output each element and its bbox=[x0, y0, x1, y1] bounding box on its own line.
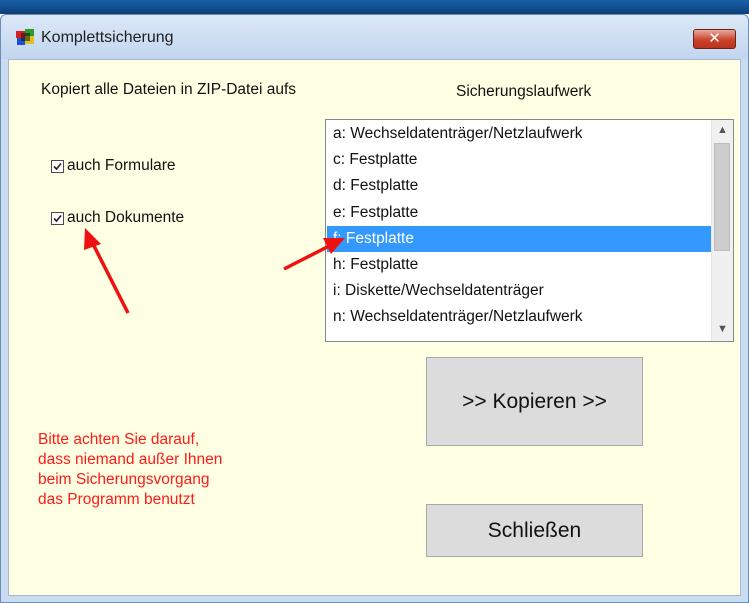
window-title: Komplettsicherung bbox=[41, 29, 174, 46]
title-bar[interactable]: Komplettsicherung ✕ bbox=[1, 15, 748, 59]
annotation-arrow-checkbox bbox=[84, 228, 130, 314]
annotation-arrow-list bbox=[283, 238, 345, 271]
annotation-arrows bbox=[84, 228, 345, 314]
dialog-window: Komplettsicherung ✕ Kopiert alle Dateien… bbox=[0, 14, 749, 603]
app-icon bbox=[16, 29, 34, 45]
dialog-client-area: Kopiert alle Dateien in ZIP-Datei aufs S… bbox=[8, 59, 741, 596]
close-icon[interactable]: ✕ bbox=[693, 29, 736, 49]
background-strip bbox=[0, 0, 749, 14]
